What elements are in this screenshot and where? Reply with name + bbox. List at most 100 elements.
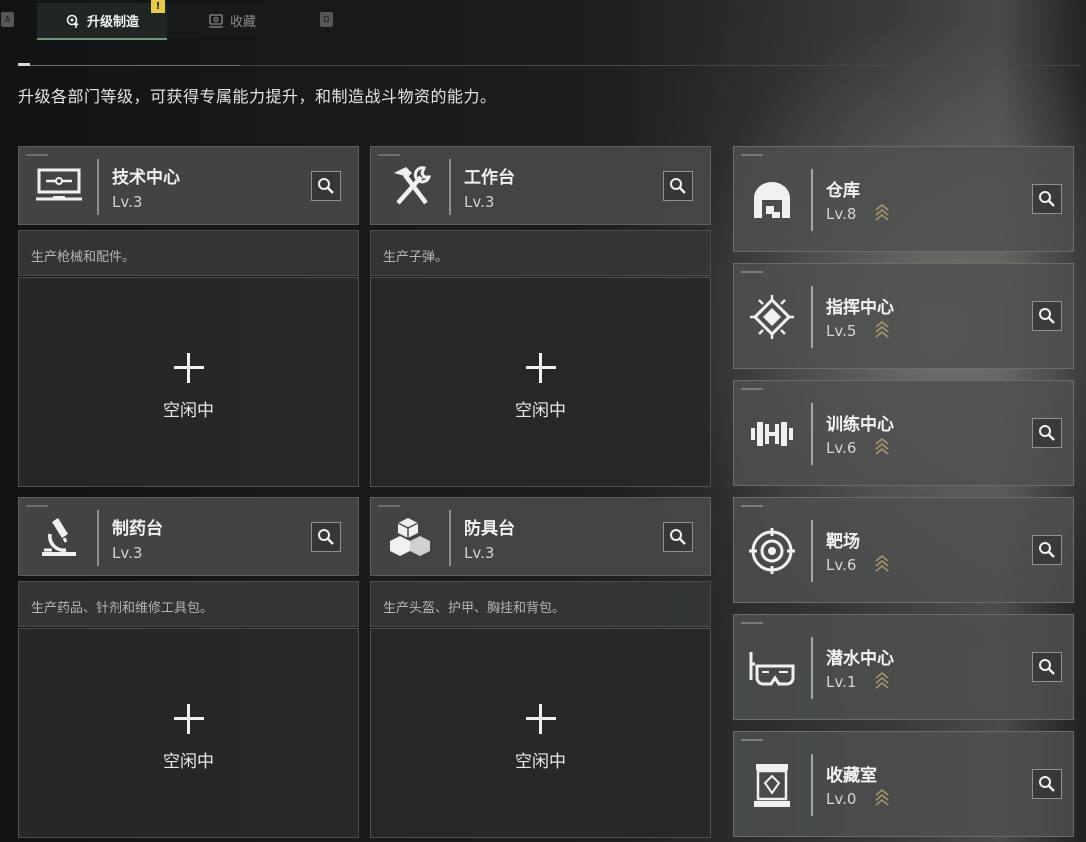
facility-level: Lv.8 (826, 205, 857, 223)
header-divider-highlight (30, 65, 240, 66)
separator (811, 754, 813, 816)
facility-training-center[interactable]: 训练中心 Lv.6 (733, 380, 1074, 486)
computer-icon (33, 161, 85, 211)
separator (97, 510, 99, 566)
display-case-icon (746, 759, 798, 811)
collection-icon (208, 13, 224, 28)
card-title: 防具台 (464, 519, 515, 539)
plus-icon (174, 704, 204, 734)
slot-status: 空闲中 (515, 401, 566, 421)
command-center-inspect-button[interactable] (1032, 301, 1062, 331)
pharmacy-desc: 生产药品、针剂和维修工具包。 (18, 581, 359, 627)
facility-warehouse[interactable]: 仓库 Lv.8 (733, 146, 1074, 252)
diving-center-inspect-button[interactable] (1032, 652, 1062, 682)
pharmacy-card: 制药台 Lv.3 (18, 497, 359, 576)
separator (449, 510, 451, 566)
separator (811, 637, 813, 699)
alert-badge: ! (151, 0, 165, 13)
facility-title: 收藏室 (826, 766, 877, 786)
card-tag (378, 154, 400, 156)
separator (97, 159, 99, 215)
tab-bar: A 升级制造 ! 收藏 D (0, 0, 1086, 40)
plus-icon (526, 353, 556, 383)
card-level: Lv.3 (112, 544, 143, 562)
dumbbell-icon (746, 408, 798, 460)
facility-title: 训练中心 (826, 415, 894, 435)
facility-shooting-range[interactable]: 靶场 Lv.6 (733, 497, 1074, 603)
card-title: 制药台 (112, 519, 163, 539)
tech-center-inspect-button[interactable] (311, 171, 341, 201)
card-tag (741, 271, 763, 273)
collection-room-inspect-button[interactable] (1032, 769, 1062, 799)
diving-mask-icon (746, 642, 798, 694)
armor-bench-inspect-button[interactable] (663, 522, 693, 552)
tab-collection-label: 收藏 (229, 15, 256, 30)
hammer-wrench-icon (385, 161, 437, 211)
armor-bench-slot[interactable]: 空闲中 (370, 628, 711, 838)
separator (811, 403, 813, 465)
tab-upgrade-craft[interactable]: 升级制造 (37, 3, 167, 40)
microscope-icon (33, 512, 85, 562)
facility-diving-center[interactable]: 潜水中心 Lv.1 (733, 614, 1074, 720)
separator (811, 520, 813, 582)
card-tag (741, 739, 763, 741)
slot-status: 空闲中 (163, 752, 214, 772)
facility-level: Lv.1 (826, 673, 857, 691)
shooting-range-inspect-button[interactable] (1032, 535, 1062, 565)
slot-status: 空闲中 (163, 401, 214, 421)
search-icon (318, 178, 334, 194)
page-description: 升级各部门等级，可获得专属能力提升，和制造战斗物资的能力。 (18, 87, 497, 106)
warehouse-inspect-button[interactable] (1032, 184, 1062, 214)
facility-title: 仓库 (826, 181, 860, 201)
plus-icon (174, 353, 204, 383)
separator (449, 159, 451, 215)
plus-icon (526, 704, 556, 734)
key-hint-left: A (1, 12, 14, 27)
search-icon (1039, 776, 1055, 792)
facility-level: Lv.6 (826, 556, 857, 574)
slot-status: 空闲中 (515, 752, 566, 772)
tab-collection[interactable]: 收藏 (167, 3, 297, 38)
card-tag (741, 622, 763, 624)
search-icon (1039, 425, 1055, 441)
tech-center-card: 技术中心 Lv.3 (18, 146, 359, 225)
card-tag (26, 505, 48, 507)
facility-collection-room[interactable]: 收藏室 Lv.0 (733, 731, 1074, 837)
card-tag (741, 154, 763, 156)
search-icon (1039, 191, 1055, 207)
upgrade-chevron-icon (875, 437, 889, 455)
facility-level: Lv.0 (826, 790, 857, 808)
search-icon (670, 529, 686, 545)
facility-title: 指挥中心 (826, 298, 894, 318)
upgrade-chevron-icon (875, 320, 889, 338)
workbench-card: 工作台 Lv.3 (370, 146, 711, 225)
facility-title: 靶场 (826, 532, 860, 552)
training-center-inspect-button[interactable] (1032, 418, 1062, 448)
card-level: Lv.3 (464, 544, 495, 562)
armor-bench-card: 防具台 Lv.3 (370, 497, 711, 576)
upgrade-chevron-icon (875, 203, 889, 221)
search-icon (1039, 542, 1055, 558)
facility-command-center[interactable]: 指挥中心 Lv.5 (733, 263, 1074, 369)
upgrade-chevron-icon (875, 788, 889, 806)
pharmacy-inspect-button[interactable] (311, 522, 341, 552)
workbench-slot[interactable]: 空闲中 (370, 277, 711, 487)
workbench-inspect-button[interactable] (663, 171, 693, 201)
tech-center-desc: 生产枪械和配件。 (18, 230, 359, 276)
card-tag (741, 505, 763, 507)
upgrade-gear-icon (65, 13, 81, 29)
card-tag (26, 154, 48, 156)
search-icon (1039, 308, 1055, 324)
search-icon (670, 178, 686, 194)
command-chip-icon (746, 291, 798, 343)
card-tag (741, 388, 763, 390)
search-icon (1039, 659, 1055, 675)
pharmacy-slot[interactable]: 空闲中 (18, 628, 359, 838)
cubes-icon (385, 512, 437, 562)
tech-center-slot[interactable]: 空闲中 (18, 277, 359, 487)
search-icon (318, 529, 334, 545)
armor-bench-desc: 生产头盔、护甲、胸挂和背包。 (370, 581, 711, 627)
separator (811, 286, 813, 348)
facility-title: 潜水中心 (826, 649, 894, 669)
facility-level: Lv.6 (826, 439, 857, 457)
